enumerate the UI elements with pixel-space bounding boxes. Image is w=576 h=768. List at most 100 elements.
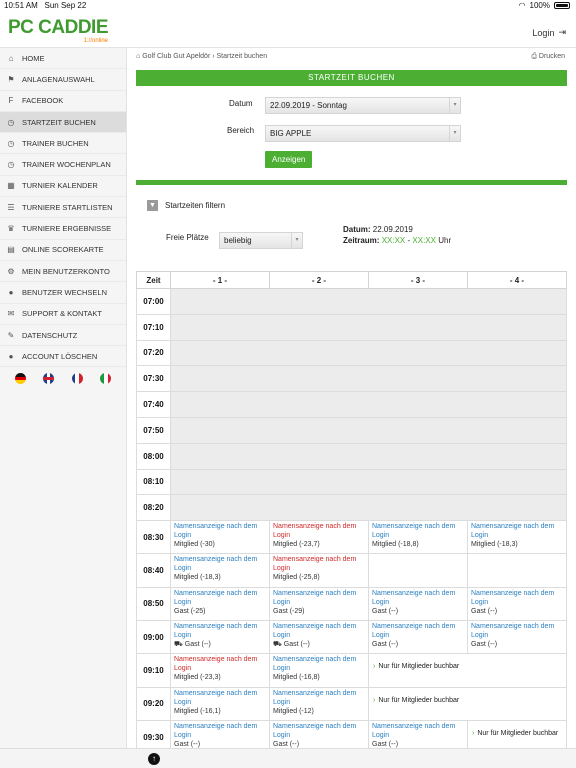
booking-slot[interactable]: Namensanzeige nach dem Login Gast (-25) xyxy=(170,586,270,622)
booking-slot[interactable]: Namensanzeige nach dem Login ⛟ Gast (--) xyxy=(269,620,369,655)
empty-slot[interactable] xyxy=(170,416,567,444)
members-only-slot: › Nur für Mitglieder buchbar xyxy=(368,653,567,688)
booking-slot[interactable]: Namensanzeige nach dem Login Mitglied (-1… xyxy=(269,686,369,721)
breadcrumb-text[interactable]: Golf Club Gut Apeldör › Startzeit buchen xyxy=(142,53,267,60)
player-name-link[interactable]: Namensanzeige nach dem Login xyxy=(174,555,266,573)
table-row: 08:20 xyxy=(136,494,567,522)
tee-time: 09:20 xyxy=(136,686,171,721)
player-info-text: Gast (--) xyxy=(184,641,211,649)
booking-slot[interactable]: Namensanzeige nach dem Login Mitglied (-1… xyxy=(467,520,567,555)
player-name-link[interactable]: Namensanzeige nach dem Login xyxy=(273,655,365,673)
filter-datum: Datum: 22.09.2019 xyxy=(343,225,413,234)
player-name-link[interactable]: Namensanzeige nach dem Login xyxy=(174,722,266,740)
booking-slot[interactable]: Namensanzeige nach dem Login Mitglied (-1… xyxy=(368,520,468,555)
player-name-link[interactable]: Namensanzeige nach dem Login xyxy=(372,589,464,607)
player-name-link[interactable]: Namensanzeige nach dem Login xyxy=(273,522,365,540)
app-header: PC CADDIE 1://online Login ⇥ xyxy=(0,12,576,48)
login-button[interactable]: Login ⇥ xyxy=(532,27,566,38)
sidebar-item-anlagenauswahl[interactable]: ⚑ ANLAGENAUSWAHL xyxy=(0,69,126,91)
player-name-link[interactable]: Namensanzeige nach dem Login xyxy=(174,522,266,540)
sign-in-icon: ⇥ xyxy=(558,27,566,37)
sidebar-item-trainer-wochenplan[interactable]: ◷ TRAINER WOCHENPLAN xyxy=(0,154,126,176)
sidebar-item-datenschutz[interactable]: ✎ DATENSCHUTZ xyxy=(0,325,126,347)
booking-slot[interactable]: Namensanzeige nach dem Login Mitglied (-1… xyxy=(170,686,270,721)
status-bar: 10:51 AM Sun Sep 22 ◠ 100% xyxy=(0,0,576,12)
empty-slot[interactable] xyxy=(170,313,567,341)
player-name-link[interactable]: Namensanzeige nach dem Login xyxy=(273,589,365,607)
booking-slot[interactable]: Namensanzeige nach dem Login Gast (--) xyxy=(467,586,567,622)
booking-slot[interactable]: Namensanzeige nach dem Login Mitglied (-2… xyxy=(170,653,270,688)
datum-select[interactable]: 22.09.2019 - Sonntag ▾ xyxy=(265,97,461,114)
player-name-link[interactable]: Namensanzeige nach dem Login xyxy=(273,622,365,640)
player-name-link[interactable]: Namensanzeige nach dem Login xyxy=(372,722,464,740)
booking-slot[interactable]: Namensanzeige nach dem Login ⛟ Gast (--) xyxy=(170,620,270,655)
sidebar-item-trainer-buchen[interactable]: ◷ TRAINER BUCHEN xyxy=(0,133,126,155)
booking-slot[interactable]: Namensanzeige nach dem Login Mitglied (-2… xyxy=(269,553,369,588)
sidebar-item-turniere-startlisten[interactable]: ☰ TURNIERE STARTLISTEN xyxy=(0,197,126,219)
bullet-icon: › xyxy=(373,696,376,704)
free-slot[interactable] xyxy=(368,553,468,588)
player-info: Mitglied (-25,8) xyxy=(273,573,365,582)
uk-flag-icon[interactable] xyxy=(43,372,55,384)
empty-slot[interactable] xyxy=(170,442,567,470)
player-name-link[interactable]: Namensanzeige nach dem Login xyxy=(174,622,266,640)
empty-slot[interactable] xyxy=(170,391,567,418)
bereich-select[interactable]: BIG APPLE ▾ xyxy=(265,125,461,142)
booking-slot[interactable]: Namensanzeige nach dem Login Mitglied (-1… xyxy=(269,653,369,688)
home-icon[interactable]: ⌂ xyxy=(136,53,140,60)
player-name-link[interactable]: Namensanzeige nach dem Login xyxy=(372,522,464,540)
chevron-down-icon: ▾ xyxy=(291,233,302,248)
tee-time: 07:00 xyxy=(136,288,171,315)
sidebar-item-support-kontakt[interactable]: ✉ SUPPORT & KONTAKT xyxy=(0,304,126,325)
booking-slot[interactable]: Namensanzeige nach dem Login Gast (--) xyxy=(467,620,567,655)
player-name-link[interactable]: Namensanzeige nach dem Login xyxy=(273,722,365,740)
sidebar-item-account-löschen[interactable]: ● ACCOUNT LÖSCHEN xyxy=(0,346,126,368)
free-slot[interactable] xyxy=(467,553,567,588)
player-name-link[interactable]: Namensanzeige nach dem Login xyxy=(471,522,563,540)
player-name-link[interactable]: Namensanzeige nach dem Login xyxy=(372,622,464,640)
sidebar-item-mein-benutzerkonto[interactable]: ⚙ MEIN BENUTZERKONTO xyxy=(0,261,126,283)
french-flag-icon[interactable] xyxy=(71,372,83,384)
sidebar-item-turnier-kalender[interactable]: ▦ TURNIER KALENDER xyxy=(0,176,126,198)
sidebar-item-facebook[interactable]: f FACEBOOK xyxy=(0,91,126,112)
player-name-link[interactable]: Namensanzeige nach dem Login xyxy=(471,589,563,607)
booking-slot[interactable]: Namensanzeige nach dem Login Mitglied (-3… xyxy=(170,520,270,555)
player-name-link[interactable]: Namensanzeige nach dem Login xyxy=(273,555,365,573)
print-button[interactable]: ⎙ Drucken xyxy=(531,53,565,61)
german-flag-icon[interactable] xyxy=(14,372,26,384)
player-name-link[interactable]: Namensanzeige nach dem Login xyxy=(273,689,365,707)
sidebar-item-benutzer-wechseln[interactable]: ● BENUTZER WECHSELN xyxy=(0,282,126,304)
empty-slot[interactable] xyxy=(170,339,567,367)
empty-slot[interactable] xyxy=(170,288,567,315)
pc-caddie-logo[interactable]: PC CADDIE 1://online xyxy=(8,18,109,45)
player-info-text: Mitglied (-18,3) xyxy=(471,541,518,549)
scroll-top-button[interactable]: ↑ xyxy=(148,753,160,765)
player-name-link[interactable]: Namensanzeige nach dem Login xyxy=(471,622,563,640)
anzeigen-button[interactable]: Anzeigen xyxy=(265,151,313,168)
player-info-text: Gast (--) xyxy=(372,641,399,649)
italian-flag-icon[interactable] xyxy=(100,372,112,384)
tee-time: 09:10 xyxy=(136,653,171,688)
sidebar-item-label: SUPPORT & KONTAKT xyxy=(22,309,103,319)
player-name-link[interactable]: Namensanzeige nach dem Login xyxy=(174,655,266,673)
filter-icon[interactable]: ▼ xyxy=(147,200,158,211)
booking-slot[interactable]: Namensanzeige nach dem Login Mitglied (-1… xyxy=(170,553,270,588)
booking-slot[interactable]: Namensanzeige nach dem Login Gast (--) xyxy=(368,620,468,655)
booking-slot[interactable]: Namensanzeige nach dem Login Mitglied (-2… xyxy=(269,520,369,555)
filter-toggle[interactable]: Startzeiten filtern xyxy=(165,201,225,210)
booking-slot[interactable]: Namensanzeige nach dem Login Gast (-29) xyxy=(269,586,369,622)
sidebar-item-label: MEIN BENUTZERKONTO xyxy=(22,266,110,276)
sidebar-item-home[interactable]: ⌂ HOME xyxy=(0,48,126,70)
player-info-text: Mitglied (-18,8) xyxy=(372,541,419,549)
chevron-down-icon: ▾ xyxy=(449,126,460,141)
player-name-link[interactable]: Namensanzeige nach dem Login xyxy=(174,689,266,707)
sidebar-item-startzeit-buchen[interactable]: ◷ STARTZEIT BUCHEN xyxy=(0,111,126,134)
empty-slot[interactable] xyxy=(170,468,567,496)
freie-plaetze-select[interactable]: beliebig ▾ xyxy=(219,232,303,249)
sidebar-item-online-scorekarte[interactable]: ▤ ONLINE SCOREKARTE xyxy=(0,240,126,261)
booking-slot[interactable]: Namensanzeige nach dem Login Gast (--) xyxy=(368,586,468,622)
empty-slot[interactable] xyxy=(170,365,567,393)
empty-slot[interactable] xyxy=(170,494,567,522)
player-name-link[interactable]: Namensanzeige nach dem Login xyxy=(174,589,266,607)
sidebar-item-turniere-ergebnisse[interactable]: ♛ TURNIERE ERGEBNISSE xyxy=(0,218,126,240)
